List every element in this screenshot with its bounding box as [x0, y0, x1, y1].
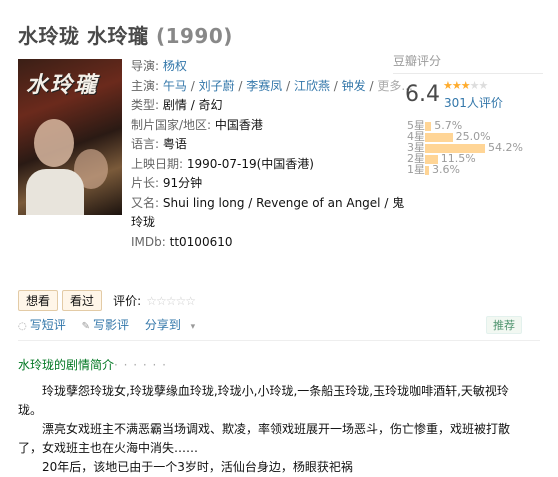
comment-icon: ◌: [18, 321, 27, 332]
cast-link[interactable]: 午马: [163, 79, 187, 93]
write-long-review-link[interactable]: ✎ 写影评: [82, 318, 135, 332]
share-link[interactable]: 分享到 ▾: [145, 318, 201, 332]
rating-dist-bar: [425, 132, 453, 142]
imdb-value: tt0100610: [169, 234, 233, 249]
language-label: 语言:: [131, 137, 160, 151]
page-title: 水玲珑 水玲瓏 (1990): [18, 20, 233, 49]
director-label: 导演:: [131, 59, 160, 73]
genre-label: 类型:: [131, 98, 160, 112]
rating-panel: 豆瓣评分 6.4 ★★★★★ 301人评价: [393, 52, 543, 110]
genre-value: 剧情 / 奇幻: [162, 98, 223, 112]
interest-bar: 想看 看过 评价: ☆☆☆☆☆: [18, 290, 196, 311]
rating-dist-bar: [425, 121, 432, 131]
runtime-label: 片长:: [131, 176, 160, 190]
divider: [18, 340, 540, 341]
country-label: 制片国家/地区:: [131, 117, 212, 132]
imdb-label: IMDb:: [131, 234, 166, 249]
poster-figure: [26, 169, 84, 215]
write-review-link[interactable]: ◌ 写短评: [18, 318, 72, 332]
director-link[interactable]: 杨权: [163, 59, 187, 73]
movie-title: 水玲珑 水玲瓏: [18, 24, 149, 48]
cast-link[interactable]: 刘子蔚: [199, 79, 235, 93]
synopsis-title: 水玲珑的剧情简介· · · · · ·: [18, 358, 167, 372]
recommend-button[interactable]: 推荐: [486, 316, 522, 334]
rating-header: 豆瓣评分: [393, 52, 543, 74]
movie-poster[interactable]: 水玲瓏: [18, 59, 122, 215]
movie-year: (1990): [155, 24, 233, 48]
rate-label: 评价:: [113, 294, 142, 308]
rating-dist-percent: 3.6%: [431, 163, 460, 176]
aka-value: Shui ling long / Revenge of an Angel / 鬼: [162, 195, 405, 210]
action-bar: ◌ 写短评 ✎ 写影评 分享到 ▾: [18, 316, 207, 333]
cast-link[interactable]: 李赛凤: [246, 79, 282, 93]
caret-down-icon: ▾: [190, 322, 196, 332]
synopsis-body: 玲珑孽怨玲珑女,玲珑孽缘血玲珑,玲珑小,小玲珑,一条船玉玲珑,玉玲珑咖啡酒轩,天…: [18, 382, 518, 477]
synopsis-paragraph: 玲珑孽怨玲珑女,玲珑孽缘血玲珑,玲珑小,小玲珑,一条船玉玲珑,玉玲珑咖啡酒轩,天…: [18, 384, 509, 417]
poster-figure: [34, 119, 74, 167]
synopsis-paragraph: 20年后，该地已由于一个3岁时，活仙台身边，杨眼获祀祸: [42, 460, 353, 474]
rating-dist-bar: [425, 165, 429, 175]
poster-title: 水玲瓏: [26, 73, 99, 98]
rating-votes-link[interactable]: 301人评价: [444, 94, 503, 111]
pencil-icon: ✎: [81, 321, 90, 332]
rating-distribution: 5星 5.7% 4星 25.0% 3星 54.2% 2星 11.5% 1星 3.6%: [407, 120, 523, 175]
rating-dist-label: 1星: [407, 163, 425, 176]
synopsis-paragraph: 漂亮女戏班主不满恶霸当场调戏、欺凌，率领戏班展开一场恶斗，伤亡惨重，戏班被打散了…: [18, 422, 511, 455]
rating-dist-row: 1星 3.6%: [407, 164, 523, 175]
release-value: 1990-07-19(中国香港): [186, 156, 314, 171]
release-label: 上映日期:: [131, 156, 184, 171]
movie-info: 导演: 杨权 主演: 午马 / 刘子蔚 / 李赛凤 / 江欣燕 / 钟发 / 更…: [131, 59, 413, 249]
runtime-value: 91分钟: [162, 176, 203, 190]
aka-label: 又名:: [131, 195, 160, 210]
want-to-watch-button[interactable]: 想看: [18, 290, 59, 311]
language-value: 粤语: [162, 137, 187, 151]
rating-score: 6.4: [405, 82, 440, 107]
rating-stars: ★★★★★: [443, 79, 488, 92]
country-value: 中国香港: [214, 117, 263, 132]
cast-link[interactable]: 江欣燕: [294, 79, 330, 93]
rate-stars-input[interactable]: ☆☆☆☆☆: [146, 294, 196, 308]
cast-link[interactable]: 钟发: [342, 79, 366, 93]
aka-value-cont: 玲珑: [131, 215, 156, 229]
cast-label: 主演:: [131, 78, 160, 93]
watched-button[interactable]: 看过: [62, 290, 103, 311]
